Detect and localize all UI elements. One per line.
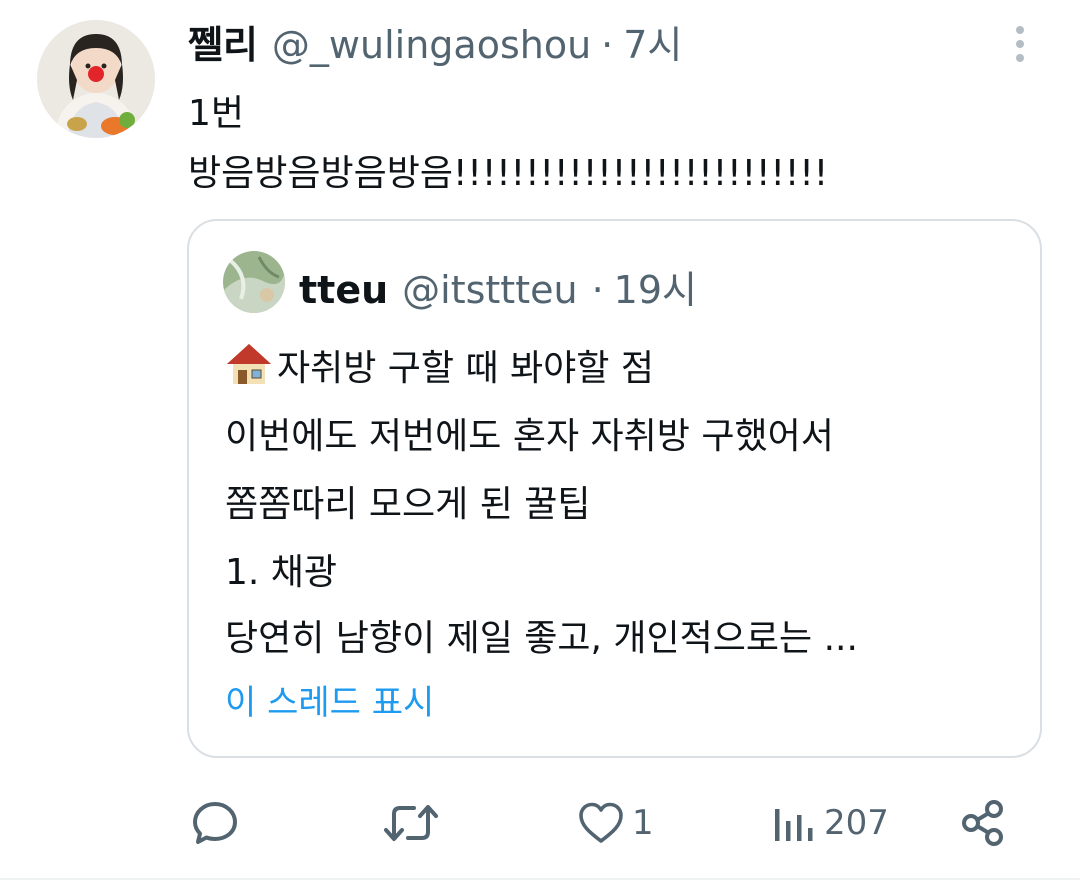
- quoted-author-avatar: [223, 251, 285, 313]
- more-options-icon[interactable]: [1004, 22, 1036, 66]
- heart-icon: [579, 802, 623, 843]
- author-name[interactable]: 쩰리: [188, 14, 258, 69]
- quoted-line-3: 쫌쫌따리 모으게 된 꿀팁: [225, 484, 591, 525]
- quoted-line-1-text: 자취방 구할 때 봐야할 점: [277, 348, 654, 389]
- retweet-icon: [384, 805, 438, 841]
- quoted-line-2: 이번에도 저번에도 혼자 자취방 구했어서: [225, 416, 834, 457]
- views-icon: [775, 809, 813, 841]
- tweet-time[interactable]: 7시: [623, 14, 682, 69]
- show-thread-link[interactable]: 이 스레드 표시: [225, 675, 434, 724]
- reply-button[interactable]: [190, 788, 240, 858]
- like-count: 1: [632, 803, 654, 843]
- quoted-separator-dot: ·: [591, 268, 604, 312]
- share-button[interactable]: [960, 788, 1006, 858]
- quoted-tweet-card[interactable]: tteu @itsttteu · 19시 자취방 구할 때 봐야할 점 이번에도…: [187, 219, 1042, 758]
- house-icon: [227, 344, 271, 384]
- author-avatar[interactable]: [37, 20, 155, 138]
- quoted-header: tteu @itsttteu · 19시: [299, 259, 697, 314]
- share-icon: [962, 800, 1003, 846]
- avatar-image: [37, 20, 155, 138]
- views-button[interactable]: 207: [772, 788, 889, 858]
- reply-icon: [193, 802, 237, 844]
- action-bar: 1 207: [0, 788, 1080, 858]
- tweet-text-line-2: 방음방음방음방음!!!!!!!!!!!!!!!!!!!!!!!!!!: [188, 153, 829, 194]
- tweet-text-line-1: 1번: [188, 93, 245, 134]
- retweet-button[interactable]: [384, 788, 438, 858]
- author-handle[interactable]: @_wulingaoshou: [272, 23, 591, 67]
- quoted-author-name: tteu: [299, 268, 389, 312]
- tweet-header: 쩰리 @_wulingaoshou · 7시: [188, 14, 682, 70]
- quoted-time: 19시: [613, 268, 697, 312]
- quoted-author-handle: @itsttteu: [402, 268, 578, 312]
- separator-dot: ·: [601, 23, 614, 67]
- quoted-line-1: 자취방 구할 때 봐야할 점: [225, 339, 654, 391]
- quoted-line-5: 당연히 남향이 제일 좋고, 개인적으로는 ...: [225, 618, 858, 659]
- quoted-line-4: 1. 채광: [225, 552, 338, 593]
- divider: [0, 878, 1080, 880]
- like-button[interactable]: 1: [578, 788, 654, 858]
- views-count: 207: [824, 803, 889, 843]
